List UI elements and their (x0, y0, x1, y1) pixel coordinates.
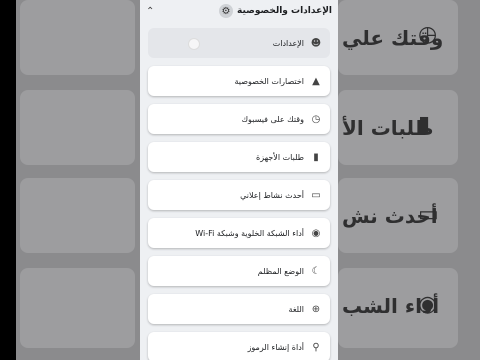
key-icon: ⚲ (312, 341, 320, 353)
bg-card (20, 178, 135, 253)
menu-item[interactable]: أداء الشبكة الخلوية وشبكة Wi-Fi ◉ (148, 218, 330, 248)
phone-check-icon: ▮ (313, 151, 319, 163)
menu-item-label: الوضع المظلم (257, 266, 304, 276)
left-letterbox (0, 0, 16, 360)
menu-item[interactable]: طلبات الأجهزة ▮ (148, 142, 330, 172)
menu-item-label: اللغة (288, 304, 304, 314)
menu-item[interactable]: وقتك على فيسبوك ◷ (148, 104, 330, 134)
ad-activity-icon: ▭ (311, 189, 321, 201)
video-frame: وقتك علي طلبات الأ أحدث نش أداء الشب ◷ ▮… (0, 0, 480, 360)
menu-item-label: اختصارات الخصوصية (234, 76, 304, 86)
touch-ripple (188, 38, 200, 50)
menu-item-label: أداء الشبكة الخلوية وشبكة Wi-Fi (195, 228, 304, 238)
menu-item-label: وقتك على فيسبوك (241, 114, 304, 124)
menu-item[interactable]: أداة إنشاء الرموز ⚲ (148, 332, 330, 360)
clock-icon: ◷ (311, 113, 321, 125)
wifi-icon: ◉ (311, 227, 321, 239)
menu-item[interactable]: الإعدادات ☻ (148, 28, 330, 58)
bg-phone-icon: ▮ (418, 112, 431, 137)
menu-item[interactable]: اللغة ⊕ (148, 294, 330, 324)
menu-item-label: أحدث نشاط إعلاني (240, 190, 304, 200)
bg-wifi-icon: ◉ (418, 292, 438, 317)
bg-clock-icon: ◷ (418, 22, 438, 47)
chevron-up-icon[interactable]: ⌃ (146, 6, 154, 17)
gear-icon: ⚙ (219, 4, 234, 18)
profile-icon: ☻ (310, 37, 322, 49)
bg-card (20, 0, 135, 75)
menu-item-label: الإعدادات (272, 38, 304, 48)
menu-item-label: أداة إنشاء الرموز (247, 342, 304, 352)
menu-item[interactable]: اختصارات الخصوصية ▲ (148, 66, 330, 96)
lock-person-icon: ▲ (312, 75, 320, 87)
menu-item-label: طلبات الأجهزة (256, 152, 304, 162)
bg-card (20, 268, 135, 348)
menu-title: الإعدادات والخصوصية ⚙ (219, 4, 332, 18)
menu-item[interactable]: أحدث نشاط إعلاني ▭ (148, 180, 330, 210)
menu-header[interactable]: ⌃ الإعدادات والخصوصية ⚙ (140, 0, 338, 22)
moon-icon: ☾ (311, 265, 321, 277)
settings-menu-panel: ⌃ الإعدادات والخصوصية ⚙ الإعدادات ☻ اختصار… (140, 0, 338, 360)
bg-card (20, 90, 135, 165)
bg-ad-icon: ▭ (418, 202, 439, 227)
globe-icon: ⊕ (311, 303, 321, 315)
menu-item[interactable]: الوضع المظلم ☾ (148, 256, 330, 286)
